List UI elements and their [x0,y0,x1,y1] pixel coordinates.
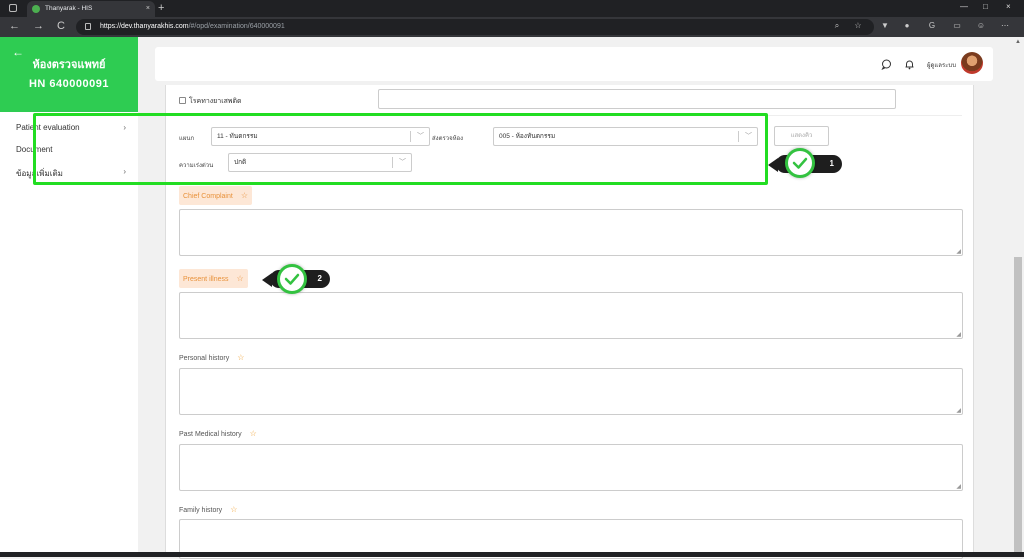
url-path: /#/opd/examination/640000091 [188,23,285,30]
past-medical-history-textarea[interactable]: ◢ [179,444,963,491]
drug-addiction-checkbox[interactable]: โรคทางยาเสพติด [179,96,242,107]
checkbox-box[interactable] [179,97,186,104]
browser-tab-strip: Thanyarak - HIS × + — □ × [0,0,1024,17]
checkbox-label: โรคทางยาเสพติด [189,98,242,105]
tab-actions-icon[interactable] [9,4,17,12]
star-icon[interactable]: ☆ [230,505,237,514]
zoom-icon[interactable]: ⌕ [832,21,842,31]
resize-grip-icon[interactable]: ◢ [956,483,961,490]
url-field[interactable]: https://dev.thanyarakhis.com/#/opd/exami… [76,19,874,35]
family-history-label: Family history ☆ [179,505,237,514]
sidebar-header: ← ห้องตรวจแพทย์ HN 640000091 [0,37,138,112]
tab-title: Thanyarak - HIS [45,5,93,12]
lock-icon [85,23,91,30]
check-icon [277,264,307,294]
vertical-scrollbar[interactable]: ▲ [1012,37,1024,557]
check-icon [785,148,815,178]
tab-close-icon[interactable]: × [146,1,150,17]
resize-grip-icon[interactable]: ◢ [956,407,961,414]
scrollbar-thumb[interactable] [1014,257,1022,557]
drug-addiction-input[interactable] [378,89,896,109]
taskbar-strip [0,552,1024,557]
extension-v-icon[interactable]: ▼ [880,21,890,31]
step-marker-1: 1 [768,147,843,183]
chat-icon[interactable] [881,59,892,73]
resize-grip-icon[interactable]: ◢ [956,248,961,255]
user-name[interactable]: ผู้ดูแลระบบ [927,60,956,70]
patient-hn: HN 640000091 [28,78,109,90]
back-button[interactable]: ← [9,20,20,32]
sidebar-title: ห้องตรวจแพทย์ [32,59,106,71]
personal-history-textarea[interactable]: ◢ [179,368,963,415]
step-marker-2: 2 [262,263,332,297]
avatar[interactable] [961,52,983,74]
top-bar: ผู้ดูแลระบบ [155,47,993,81]
forward-button[interactable]: → [33,20,44,32]
sidebar-toggle-icon[interactable]: ▭ [952,21,962,31]
star-icon[interactable]: ☆ [237,274,244,283]
star-icon[interactable]: ☆ [241,191,248,200]
section-label-text: Personal history [179,355,230,362]
maximize-button[interactable]: □ [983,2,988,11]
extension-c-icon[interactable]: G [927,21,937,31]
present-illness-textarea[interactable]: ◢ [179,292,963,339]
browser-menu-icon[interactable]: ⋯ [1000,21,1010,31]
minimize-button[interactable]: — [960,2,968,11]
star-icon[interactable]: ☆ [237,353,244,362]
section-label-text: Present illness [183,276,229,283]
past-medical-history-label: Past Medical history ☆ [179,429,257,438]
close-window-button[interactable]: × [1006,2,1011,11]
browser-tab[interactable]: Thanyarak - HIS × [27,1,155,17]
show-queue-button[interactable]: แสดงคิว [774,126,829,146]
resize-grip-icon[interactable]: ◢ [956,331,961,338]
bell-icon[interactable] [904,59,915,73]
url-host: https://dev.thanyarakhis.com [100,23,189,30]
section-label-text: Past Medical history [179,431,242,438]
chief-complaint-textarea[interactable]: ◢ [179,209,963,256]
reload-button[interactable]: C [57,20,65,32]
section-label-text: Chief Complaint [183,193,233,200]
address-bar-row: ← → C https://dev.thanyarakhis.com/#/opd… [0,17,1024,37]
personal-history-label: Personal history ☆ [179,353,244,362]
highlight-box [33,113,768,185]
favorite-icon[interactable]: ☆ [853,21,863,31]
present-illness-label: Present illness ☆ [179,269,248,288]
new-tab-button[interactable]: + [158,1,164,15]
favicon-icon [32,5,40,13]
extension-dot-icon[interactable]: ● [902,21,912,31]
scroll-up-icon[interactable]: ▲ [1015,39,1021,45]
profile-icon[interactable]: ☺ [976,21,986,31]
chief-complaint-label: Chief Complaint ☆ [179,186,252,205]
star-icon[interactable]: ☆ [250,429,257,438]
section-label-text: Family history [179,507,223,514]
